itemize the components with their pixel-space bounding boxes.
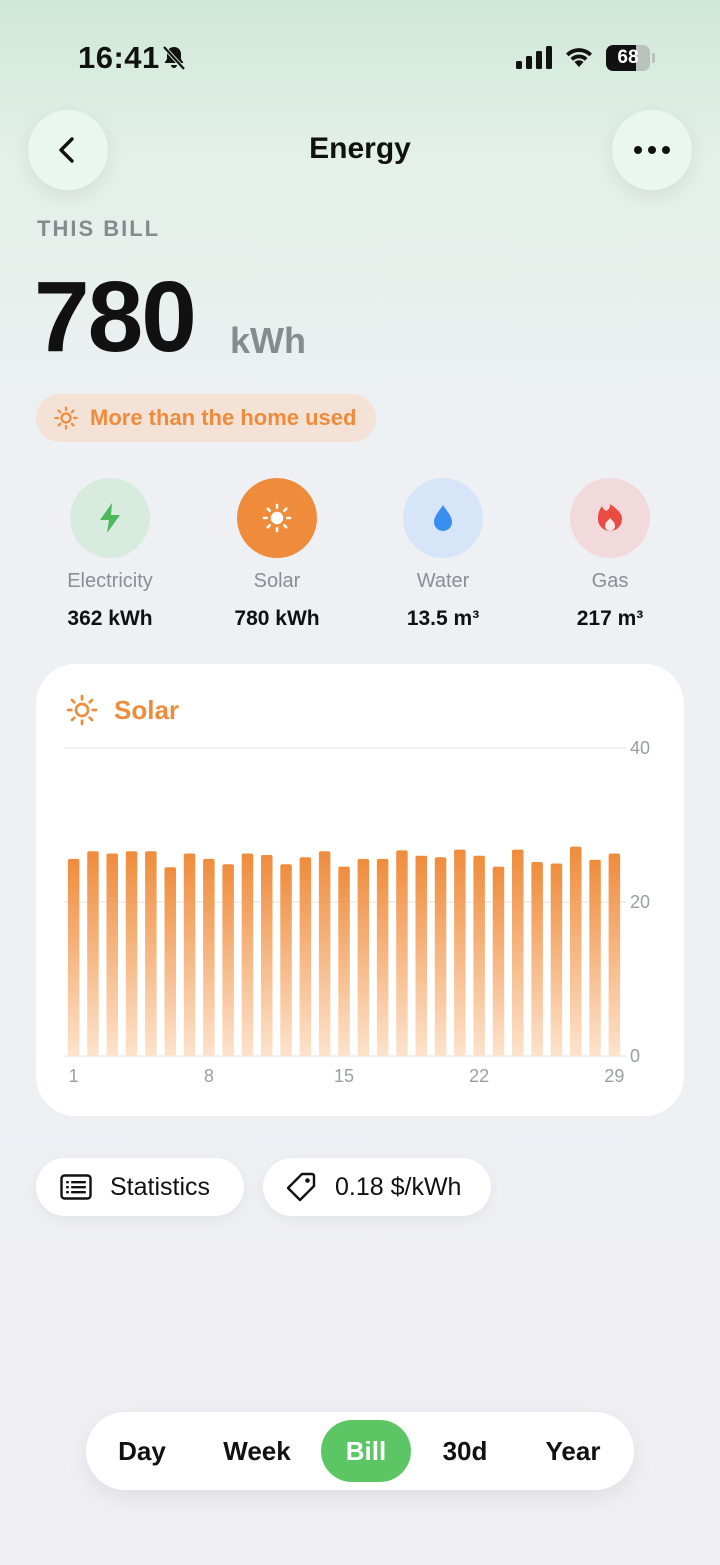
category-icon-bg — [570, 478, 650, 558]
x-tick-label: 8 — [204, 1066, 214, 1086]
chart-bar-day-23[interactable] — [492, 866, 505, 1056]
segment-year[interactable]: Year — [532, 1420, 614, 1482]
chart-bar-day-21[interactable] — [454, 849, 466, 1056]
category-solar[interactable]: Solar 780 kWh — [197, 478, 357, 631]
chart-bar-day-28[interactable] — [589, 859, 601, 1056]
chart-bar-day-19[interactable] — [415, 855, 428, 1056]
sun-icon — [54, 406, 78, 430]
category-name: Electricity — [67, 570, 153, 592]
segment-bill[interactable]: Bill — [321, 1420, 411, 1482]
chart-bar-day-2[interactable] — [87, 851, 99, 1056]
statistics-label: Statistics — [110, 1172, 211, 1201]
chart-bar-day-22[interactable] — [473, 855, 485, 1056]
badge-text: More than the home used — [90, 405, 357, 430]
chart-bar-day-15[interactable] — [338, 866, 350, 1056]
segment-week[interactable]: Week — [210, 1420, 304, 1482]
chart-bar-day-1[interactable] — [67, 858, 80, 1056]
category-icon-bg — [70, 478, 150, 558]
chart-bar-day-5[interactable] — [145, 851, 157, 1056]
category-water[interactable]: Water 13.5 m³ — [363, 478, 523, 631]
chart-bar-day-29[interactable] — [608, 853, 621, 1057]
category-value: 362 kWh — [67, 607, 153, 630]
category-value: 217 m³ — [576, 607, 644, 630]
category-gas[interactable]: Gas 217 m³ — [530, 478, 690, 631]
chart-bar-day-14[interactable] — [318, 851, 331, 1056]
chart-bar-day-9[interactable] — [222, 864, 234, 1056]
ellipsis-icon — [634, 146, 670, 154]
category-value: 13.5 m³ — [406, 607, 480, 630]
chart-bar-day-10[interactable] — [241, 853, 254, 1057]
chart-bar-day-8[interactable] — [203, 858, 215, 1056]
cellular-signal-icon — [516, 46, 552, 75]
y-tick-label: 40 — [630, 738, 650, 758]
period-segmented-control: Day Week Bill 30d Year — [86, 1412, 634, 1490]
category-selector: Electricity 362 kWh Solar 780 kWh Water — [0, 478, 720, 638]
chart-bar-day-7[interactable] — [183, 853, 196, 1057]
category-value: 780 kWh — [234, 607, 320, 630]
more-button[interactable] — [612, 110, 692, 190]
tag-icon — [285, 1171, 317, 1203]
list-icon — [60, 1174, 92, 1200]
solar-chart-card: Solar 40 20 0 1 8 15 22 29 — [36, 664, 684, 1116]
category-name: Gas — [591, 570, 629, 592]
total-value: 780 — [34, 261, 197, 373]
y-tick-label: 0 — [630, 1046, 640, 1066]
chart-bar-day-26[interactable] — [550, 863, 563, 1057]
sun-icon — [262, 503, 292, 533]
status-time: 16:41 — [78, 40, 160, 75]
chart-bar-day-6[interactable] — [164, 867, 177, 1056]
category-name: Solar — [253, 570, 301, 592]
drop-icon — [434, 505, 452, 531]
chart-bar-day-3[interactable] — [106, 853, 119, 1057]
chart-bar-day-4[interactable] — [125, 851, 138, 1056]
x-tick-label: 29 — [604, 1066, 624, 1086]
x-tick-label: 15 — [334, 1066, 354, 1086]
x-tick-label: 22 — [469, 1066, 489, 1086]
category-icon-bg — [403, 478, 483, 558]
statistics-button[interactable]: Statistics — [36, 1158, 244, 1216]
chart-bar-day-11[interactable] — [261, 855, 273, 1056]
total-unit: kWh — [230, 320, 306, 361]
y-tick-label: 20 — [630, 892, 650, 912]
solar-bar-chart[interactable]: 40 20 0 1 8 15 22 29 — [36, 664, 684, 1116]
price-button[interactable]: 0.18 $/kWh — [263, 1158, 491, 1216]
status-bar: 16:41 68 — [0, 0, 720, 110]
segment-day[interactable]: Day — [100, 1420, 184, 1482]
bell-muted-icon — [160, 44, 188, 77]
chart-bar-day-24[interactable] — [512, 849, 524, 1056]
wifi-icon — [563, 43, 595, 74]
chart-bar-day-17[interactable] — [376, 858, 389, 1056]
comparison-badge: More than the home used — [36, 394, 376, 442]
chart-bar-day-25[interactable] — [531, 862, 543, 1056]
battery-percent: 68 — [617, 47, 639, 68]
flame-icon — [598, 504, 622, 531]
chart-bar-day-18[interactable] — [396, 850, 408, 1056]
chart-bar-day-13[interactable] — [299, 857, 312, 1056]
chart-bar-day-20[interactable] — [434, 857, 447, 1056]
category-icon-bg — [237, 478, 317, 558]
price-label: 0.18 $/kWh — [335, 1172, 462, 1201]
chart-bar-day-27[interactable] — [570, 846, 582, 1056]
battery-indicator: 68 — [606, 45, 655, 71]
bolt-icon — [100, 503, 120, 533]
x-tick-label: 1 — [69, 1066, 79, 1086]
category-electricity[interactable]: Electricity 362 kWh — [30, 478, 190, 631]
chart-bar-day-16[interactable] — [357, 858, 370, 1056]
section-label: THIS BILL — [37, 216, 161, 241]
chart-bar-day-12[interactable] — [280, 864, 292, 1056]
category-name: Water — [416, 570, 470, 592]
segment-30d[interactable]: 30d — [424, 1420, 506, 1482]
